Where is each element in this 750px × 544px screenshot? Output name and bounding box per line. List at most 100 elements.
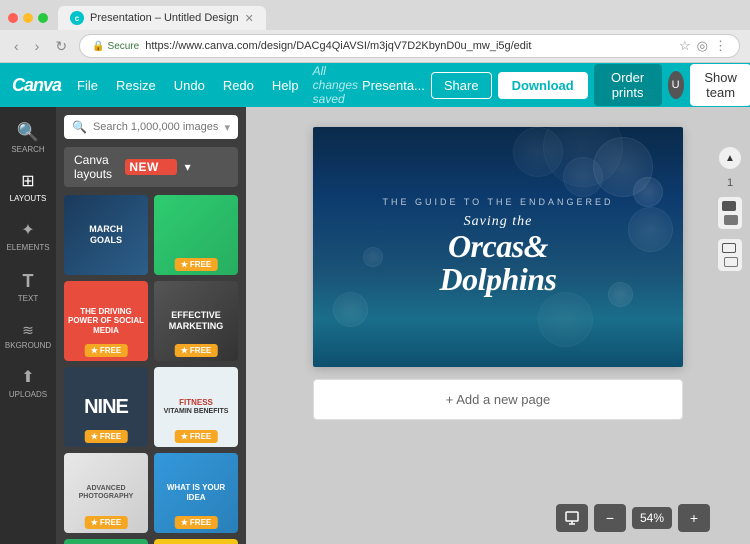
forward-btn[interactable]: › xyxy=(31,36,44,56)
template-card[interactable]: THE DRIVING POWER OF SOCIAL MEDIA FREE xyxy=(64,281,148,361)
template-card[interactable]: FREE xyxy=(154,195,238,275)
active-browser-tab[interactable]: c Presentation – Untitled Design ✕ xyxy=(58,6,266,30)
template-card[interactable]: EffectiveMarketing FREE xyxy=(154,281,238,361)
tab-close-btn[interactable]: ✕ xyxy=(245,12,254,25)
slide-background: THE GUIDE TO THE ENDANGERED Saving the O… xyxy=(313,127,683,367)
url-input[interactable]: 🔒 Secure https://www.canva.com/design/DA… xyxy=(79,34,740,58)
bottom-toolbar: − 54% + xyxy=(556,504,710,532)
redo-menu[interactable]: Redo xyxy=(215,72,262,99)
slide-canvas[interactable]: THE GUIDE TO THE ENDANGERED Saving the O… xyxy=(313,127,683,367)
slide-title-line3: Dolphins xyxy=(440,261,557,297)
sidebar-item-text[interactable]: T TEXT xyxy=(3,264,53,311)
layout-selector[interactable]: Canva layouts NEW ▾ xyxy=(64,147,238,187)
sidebar-icons: 🔍 SEARCH ⊞ LAYOUTS ✦ ELEMENTS T TEXT ≋ B… xyxy=(0,107,56,544)
template-title: VITAMIN BENEFITS xyxy=(164,408,229,416)
bookmark-icon[interactable]: ☆ xyxy=(679,38,691,54)
elements-icon: ✦ xyxy=(21,223,34,239)
text-icon: T xyxy=(23,272,34,290)
undo-menu[interactable]: Undo xyxy=(166,72,213,99)
template-title: what is your idea xyxy=(160,483,232,502)
present-button[interactable] xyxy=(556,504,588,532)
top-nav: Canva File Resize Undo Redo Help All cha… xyxy=(0,63,750,107)
layout-chevron-icon: ▾ xyxy=(185,160,228,174)
slide-duplicate-btn[interactable] xyxy=(718,197,742,229)
sidebar-item-layouts[interactable]: ⊞ LAYOUTS xyxy=(3,166,53,211)
minimize-dot[interactable] xyxy=(23,13,33,23)
sidebar-item-search[interactable]: 🔍 SEARCH xyxy=(3,115,53,162)
template-card[interactable]: MARCHGOALS xyxy=(64,195,148,275)
free-badge: FREE xyxy=(175,258,218,271)
order-prints-button[interactable]: Order prints xyxy=(594,64,662,106)
template-card[interactable]: NINE FREE xyxy=(64,367,148,447)
nav-right: Presenta... Share Download Order prints … xyxy=(362,64,750,106)
help-menu[interactable]: Help xyxy=(264,72,307,99)
slide-more-btn[interactable] xyxy=(718,239,742,271)
template-row: ADVANCED PHOTOGRAPHY FREE what is your i… xyxy=(64,453,238,533)
left-panel: 🔍 ▾ Canva layouts NEW ▾ MARCHGOALS xyxy=(56,107,246,544)
free-badge: FREE xyxy=(85,430,128,443)
template-card[interactable]: CreativeAdvertising FREE xyxy=(154,539,238,544)
sidebar-item-background[interactable]: ≋ BKGROUND xyxy=(3,315,53,358)
address-bar: ‹ › ↻ 🔒 Secure https://www.canva.com/des… xyxy=(0,30,750,62)
canva-logo[interactable]: Canva xyxy=(12,75,61,96)
ext-icon[interactable]: ◎ xyxy=(697,38,708,54)
template-title: NINE xyxy=(84,395,128,419)
save-status: All changes saved xyxy=(313,64,358,106)
tab-title: Presentation – Untitled Design xyxy=(90,12,239,24)
back-btn[interactable]: ‹ xyxy=(10,36,23,56)
url-text: https://www.canva.com/design/DACg4QiAVSI… xyxy=(145,40,531,52)
sidebar-item-elements[interactable]: ✦ ELEMENTS xyxy=(3,215,53,260)
free-badge: FREE xyxy=(85,516,128,529)
zoom-out-button[interactable]: − xyxy=(594,504,626,532)
show-team-label: Show team xyxy=(702,70,740,100)
image-search-input[interactable] xyxy=(93,121,219,133)
free-badge: FREE xyxy=(175,344,218,357)
template-row: THE DRIVING POWER OF SOCIAL MEDIA FREE E… xyxy=(64,281,238,361)
uploads-icon: ⬆ xyxy=(21,370,34,386)
sidebar-item-uploads[interactable]: ⬆ UPLOADS xyxy=(3,362,53,407)
new-badge: NEW xyxy=(125,159,176,175)
refresh-btn[interactable]: ↻ xyxy=(51,36,71,57)
search-label: SEARCH xyxy=(11,145,44,154)
tab-favicon: c xyxy=(70,11,84,25)
zoom-level[interactable]: 54% xyxy=(632,507,672,529)
resize-menu[interactable]: Resize xyxy=(108,72,164,99)
add-page-button[interactable]: + Add a new page xyxy=(313,379,683,420)
slide-content: THE GUIDE TO THE ENDANGERED Saving the O… xyxy=(313,127,683,367)
free-badge: FREE xyxy=(175,430,218,443)
browser-chrome: c Presentation – Untitled Design ✕ ‹ › ↻… xyxy=(0,0,750,63)
menu-icon[interactable]: ⋮ xyxy=(714,38,727,54)
slide-title: Saving the Orcas& Dolphins xyxy=(440,215,557,297)
layouts-icon: ⊞ xyxy=(21,174,34,190)
file-menu[interactable]: File xyxy=(69,72,106,99)
template-title: EffectiveMarketing xyxy=(169,310,224,332)
address-icons: ☆ ◎ ⋮ xyxy=(679,38,727,54)
uploads-label: UPLOADS xyxy=(9,390,47,399)
template-card[interactable]: CONTENTMARKETERS FREE xyxy=(64,539,148,544)
maximize-dot[interactable] xyxy=(38,13,48,23)
template-card[interactable]: what is your idea FREE xyxy=(154,453,238,533)
close-dot[interactable] xyxy=(8,13,18,23)
show-team-button[interactable]: Show team xyxy=(690,64,750,106)
share-button[interactable]: Share xyxy=(431,72,492,99)
image-search-bar[interactable]: 🔍 ▾ xyxy=(64,115,238,139)
doc-name[interactable]: Presenta... xyxy=(362,78,425,93)
main-area: 🔍 SEARCH ⊞ LAYOUTS ✦ ELEMENTS T TEXT ≋ B… xyxy=(0,107,750,544)
slide-number: 1 xyxy=(727,177,733,189)
download-button[interactable]: Download xyxy=(498,72,588,99)
slide-title-line2: Orcas& xyxy=(448,228,548,264)
template-card[interactable]: fitness VITAMIN BENEFITS FREE xyxy=(154,367,238,447)
template-row: NINE FREE fitness VITAMIN BENEFITS FREE xyxy=(64,367,238,447)
template-card[interactable]: ADVANCED PHOTOGRAPHY FREE xyxy=(64,453,148,533)
search-bar-icon: 🔍 xyxy=(72,120,87,134)
background-icon: ≋ xyxy=(22,323,34,337)
slide-nav-up[interactable]: ▲ xyxy=(719,147,741,169)
avatar[interactable]: U xyxy=(668,71,684,99)
canvas-area[interactable]: THE GUIDE TO THE ENDANGERED Saving the O… xyxy=(246,107,750,544)
template-title: MARCHGOALS xyxy=(89,224,123,246)
free-badge: FREE xyxy=(85,344,128,357)
window-controls xyxy=(8,13,48,23)
zoom-in-button[interactable]: + xyxy=(678,504,710,532)
search-icon: 🔍 xyxy=(17,123,39,141)
template-title: ADVANCED PHOTOGRAPHY xyxy=(70,485,142,502)
